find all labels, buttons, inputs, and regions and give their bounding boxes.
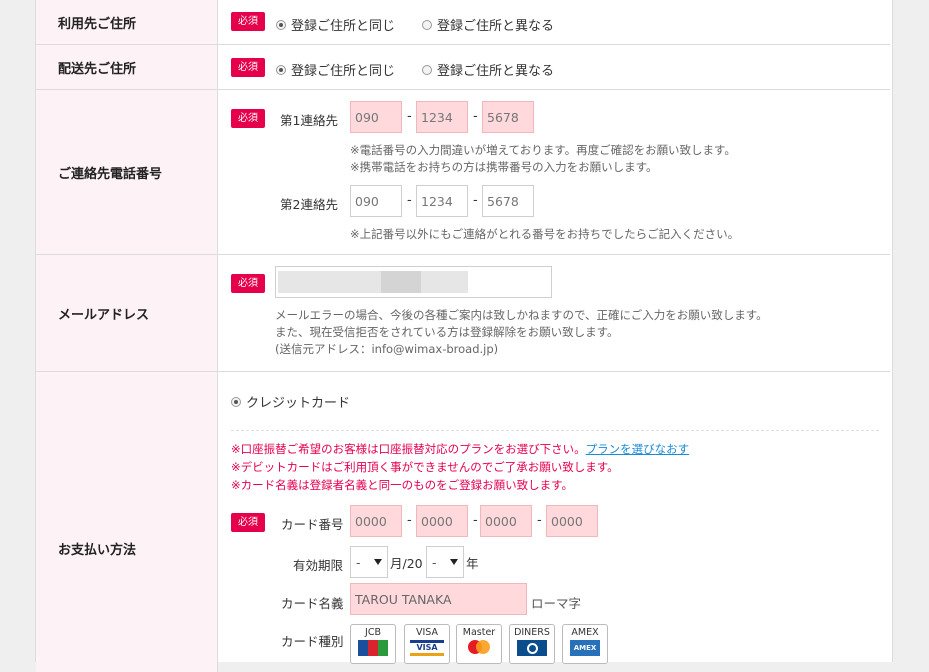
select-value: - [356, 554, 361, 570]
card-number-part3-input[interactable]: 0000 [480, 505, 532, 537]
card-name-hint: ローマ字 [531, 596, 582, 611]
phone2-part2-input[interactable]: 1234 [416, 185, 468, 217]
phone-separator: - [407, 193, 412, 208]
expiry-label: 有効期限 [293, 558, 344, 573]
card-separator: - [537, 513, 542, 528]
card-number-part2-input[interactable]: 0000 [416, 505, 468, 537]
card-name-label: カード名義 [281, 596, 344, 611]
phone-separator: - [473, 109, 478, 124]
application-form: 利用先ご住所 必須 登録ご住所と同じ 登録ご住所と異なる 配送先ご住所 必須 登… [35, 0, 893, 672]
phone2-part3-input[interactable]: 5678 [482, 185, 534, 217]
phone1-part1-input[interactable]: 090 [350, 101, 402, 133]
card-separator: - [407, 513, 412, 528]
email-input[interactable] [275, 266, 552, 298]
radio-label: 登録ご住所と異なる [437, 19, 555, 34]
card-number-part4-input[interactable]: 0000 [546, 505, 598, 537]
card-type-label: カード種別 [281, 634, 344, 649]
card-separator: - [473, 513, 478, 528]
email-note: また、現在受信拒否をされている方は登録解除をお願い致します。 [275, 325, 619, 339]
card-type-amex[interactable]: AMEX AMEX [562, 624, 608, 664]
warning-text: ※口座振替ご希望のお客様は口座振替対応のプランをお選び下さい。 [231, 442, 586, 456]
first-contact-label: 第1連絡先 [280, 113, 338, 128]
dropdown-arrow-icon [450, 559, 458, 565]
expiry-month-suffix: 月/20 [390, 556, 423, 571]
required-badge: 必須 [231, 12, 265, 31]
dropdown-arrow-icon [374, 559, 382, 565]
amex-logo-icon: AMEX [570, 640, 600, 656]
radio-selected-icon [276, 19, 286, 30]
required-badge: 必須 [231, 58, 265, 77]
expiry-month-select[interactable]: - [350, 546, 388, 578]
phone1-part2-input[interactable]: 1234 [416, 101, 468, 133]
card-name-input[interactable]: TAROU TANAKA [350, 583, 527, 615]
radio-label: 登録ご住所と同じ [291, 64, 396, 79]
required-badge: 必須 [231, 274, 265, 293]
required-badge: 必須 [231, 109, 265, 128]
radio-selected-icon [276, 64, 286, 75]
expiry-year-suffix: 年 [466, 556, 479, 571]
radio-selected-icon [231, 396, 241, 407]
radio-unselected-icon [422, 64, 432, 75]
email-note: メールエラーの場合、今後の各種ご案内は致しかねますので、正確にご入力をお願い致し… [275, 308, 768, 322]
phone1-part3-input[interactable]: 5678 [482, 101, 534, 133]
card-number-part1-input[interactable]: 0000 [350, 505, 402, 537]
radio-label: クレジットカード [246, 396, 351, 411]
row-usage-address: 利用先ご住所 必須 登録ご住所と同じ 登録ご住所と異なる [36, 0, 890, 45]
payment-warning: ※カード名義は登録者名義と同一のものをご登録お願い致します。 [231, 478, 573, 492]
phone2-part1-input[interactable]: 090 [350, 185, 402, 217]
select-value: - [432, 554, 437, 570]
payment-warning: ※口座振替ご希望のお客様は口座振替対応のプランをお選び下さい。プランを選びなおす [231, 440, 689, 458]
credit-card-radio[interactable]: クレジットカード [231, 392, 350, 411]
masked-email-value [381, 271, 421, 293]
phone-note: ※上記番号以外にもご連絡がとれる番号をお持ちでしたらご記入ください。 [350, 227, 740, 241]
row-label: 配送先ご住所 [36, 45, 218, 89]
diners-logo-icon [517, 640, 547, 656]
jcb-logo-icon [358, 640, 388, 656]
expiry-year-select[interactable]: - [426, 546, 464, 578]
card-type-master[interactable]: Master [456, 624, 502, 664]
row-label: 利用先ご住所 [36, 0, 218, 44]
radio-unselected-icon [422, 19, 432, 30]
radio-label: 登録ご住所と同じ [291, 19, 396, 34]
card-type-visa[interactable]: VISA VISA [404, 624, 450, 664]
usage-address-same-radio[interactable]: 登録ご住所と同じ [276, 15, 395, 34]
phone-note: ※電話番号の入力間違いが増えております。再度ご確認をお願い致します。 [350, 143, 736, 157]
card-type-diners[interactable]: DINERS [509, 624, 555, 664]
divider [231, 430, 879, 431]
phone-separator: - [407, 109, 412, 124]
email-note: (送信元アドレス：info@wimax-broad.jp) [275, 342, 499, 356]
visa-logo-icon: VISA [410, 640, 444, 656]
delivery-address-same-radio[interactable]: 登録ご住所と同じ [276, 60, 395, 79]
radio-label: 登録ご住所と異なる [437, 64, 555, 79]
mastercard-logo-icon [464, 640, 494, 656]
delivery-address-diff-radio[interactable]: 登録ご住所と異なる [422, 60, 554, 79]
masked-email-value [278, 271, 468, 293]
card-type-jcb[interactable]: JCB [350, 624, 396, 664]
row-delivery-address: 配送先ご住所 必須 登録ご住所と同じ 登録ご住所と異なる [36, 45, 890, 90]
required-badge: 必須 [231, 513, 265, 532]
card-number-label: カード番号 [281, 517, 344, 532]
row-label: メールアドレス [36, 255, 218, 371]
row-label: お支払い方法 [36, 372, 218, 672]
row-email: メールアドレス 必須 メールエラーの場合、今後の各種ご案内は致しかねますので、正… [36, 255, 890, 372]
second-contact-label: 第2連絡先 [280, 197, 338, 212]
payment-warning: ※デビットカードはご利用頂く事ができませんのでご了承お願い致します。 [231, 460, 619, 474]
row-phone: ご連絡先電話番号 必須 第1連絡先 090 - 1234 - 5678 ※電話番… [36, 90, 890, 255]
phone-note: ※携帯電話をお持ちの方は携帯番号の入力をお願いします。 [350, 160, 658, 174]
usage-address-diff-radio[interactable]: 登録ご住所と異なる [422, 15, 554, 34]
row-label: ご連絡先電話番号 [36, 90, 218, 254]
phone-separator: - [473, 193, 478, 208]
reselect-plan-link[interactable]: プランを選びなおす [586, 442, 690, 456]
